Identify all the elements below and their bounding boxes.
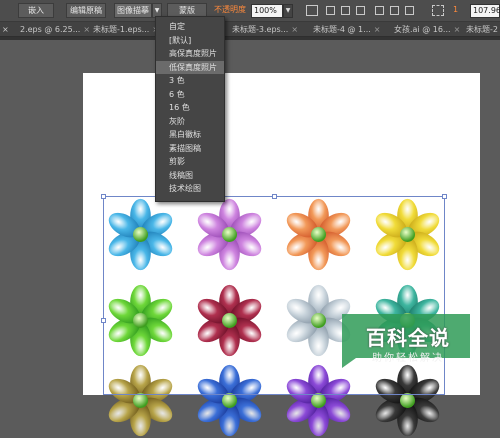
trace-preset-item[interactable]: 技术绘图 (156, 182, 224, 195)
selection-handle[interactable] (442, 194, 447, 199)
tab-label: 未标题-1.eps... (93, 25, 150, 34)
trace-preset-item[interactable]: 线稿图 (156, 169, 224, 182)
watermark-subtitle: 助你轻松解决 (372, 353, 444, 364)
align-right-icon[interactable] (356, 6, 365, 15)
trace-preset-item[interactable]: 自定 (156, 20, 224, 33)
tab-document-1[interactable]: 2.eps @ 6.25... × (20, 24, 90, 36)
tab-label: 未标题-4 @ 1... (313, 25, 371, 34)
watermark-title: 百科全说 (366, 326, 450, 350)
trace-preset-item[interactable]: 6 色 (156, 88, 224, 101)
trace-preset-item[interactable]: 灰阶 (156, 115, 224, 128)
x-coordinate-input[interactable]: 107.96 (470, 4, 500, 18)
tab-label: 女孩.ai @ 16... (394, 25, 451, 34)
stroke-value: 1 (453, 5, 459, 14)
tab-overflow-icon[interactable]: × (2, 24, 20, 36)
trace-preset-item[interactable]: 高保真度照片 (156, 47, 224, 60)
transform-grid-icon[interactable] (432, 5, 444, 16)
tab-document-5[interactable]: 女孩.ai @ 16... × (394, 24, 464, 36)
align-top-icon[interactable] (375, 6, 384, 15)
image-trace-button[interactable]: 图像描摹 (114, 3, 152, 18)
tab-label: 未标题-3.eps... (232, 25, 289, 34)
align-to-icon[interactable] (306, 5, 318, 16)
tab-document-3[interactable]: 未标题-3.eps... × (232, 24, 310, 36)
align-center-icon[interactable] (341, 6, 350, 15)
opacity-input[interactable]: 100% (251, 4, 283, 18)
align-bottom-icon[interactable] (405, 6, 414, 15)
tab-label: 未标题-2 @... (466, 25, 500, 34)
tab-label: 2.eps @ 6.25... (20, 25, 81, 34)
align-middle-icon[interactable] (390, 6, 399, 15)
image-trace-preset-menu: 自定 [默认] 高保真度照片 低保真度照片 3 色6 色 16 色灰阶 黑白徽标 素描图稿 剪影… (155, 16, 225, 202)
close-icon[interactable]: × (83, 25, 90, 34)
opacity-label: 不透明度 (214, 5, 246, 14)
close-icon[interactable]: × (374, 25, 381, 34)
trace-preset-item[interactable]: 3 色 (156, 74, 224, 87)
selection-handle[interactable] (272, 194, 277, 199)
edit-original-button[interactable]: 编辑原稿 (66, 3, 106, 18)
trace-preset-item[interactable]: 黑白徽标 (156, 128, 224, 141)
document-tabs: × 2.eps @ 6.25...× 未标题-1.eps...× 未标题-3.e… (0, 22, 500, 37)
embed-button[interactable]: 嵌入 (18, 3, 54, 18)
trace-preset-item[interactable]: 低保真度照片 (156, 60, 224, 74)
selection-handle[interactable] (101, 194, 106, 199)
trace-preset-item[interactable]: 剪影 (156, 155, 224, 168)
opacity-dropdown-icon[interactable]: ▼ (283, 4, 293, 18)
selection-handle[interactable] (101, 318, 106, 323)
close-icon[interactable]: × (454, 25, 461, 34)
control-toolbar: 嵌入 编辑原稿 图像描摹 ▼ 蒙版 不透明度 100% ▼ 1 107.96 (0, 0, 500, 22)
tab-document-6[interactable]: 未标题-2 @... (466, 24, 500, 36)
align-left-icon[interactable] (326, 6, 335, 15)
trace-preset-item[interactable]: [默认] (156, 34, 224, 47)
trace-preset-item[interactable]: 16 色 (156, 101, 224, 114)
tab-document-2[interactable]: 未标题-1.eps...× (93, 24, 163, 36)
trace-preset-item[interactable]: 素描图稿 (156, 142, 224, 155)
close-icon[interactable]: × (291, 25, 298, 34)
tab-document-4[interactable]: 未标题-4 @ 1... × (313, 24, 391, 36)
